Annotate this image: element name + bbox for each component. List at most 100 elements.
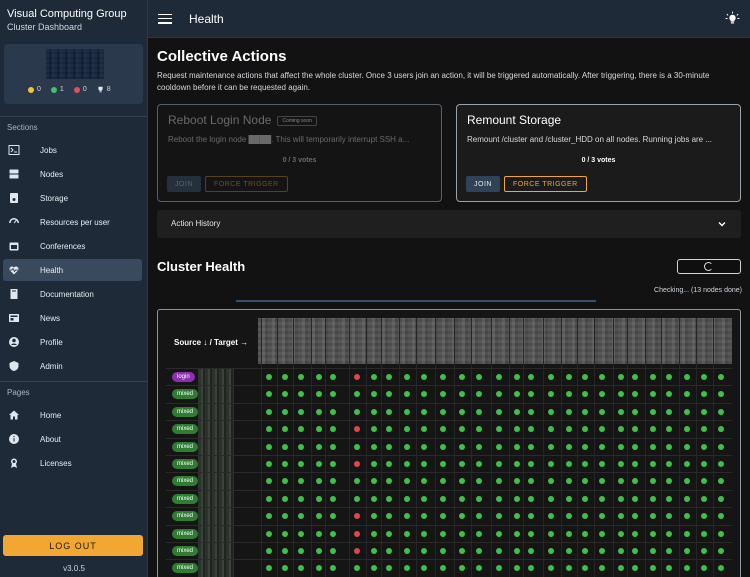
- connection-ok-dot[interactable]: [650, 426, 656, 433]
- connection-ok-dot[interactable]: [282, 530, 288, 537]
- connection-ok-dot[interactable]: [386, 426, 392, 433]
- connection-ok-dot[interactable]: [632, 408, 638, 415]
- connection-ok-dot[interactable]: [599, 565, 605, 572]
- nav-item-home[interactable]: Home: [3, 404, 142, 426]
- connection-ok-dot[interactable]: [650, 478, 656, 485]
- connection-ok-dot[interactable]: [316, 461, 322, 467]
- connection-ok-dot[interactable]: [666, 565, 672, 572]
- connection-ok-dot[interactable]: [476, 530, 482, 537]
- connection-ok-dot[interactable]: [582, 391, 588, 398]
- connection-ok-dot[interactable]: [632, 391, 638, 398]
- connection-ok-dot[interactable]: [266, 461, 272, 467]
- connection-ok-dot[interactable]: [298, 408, 304, 415]
- connection-ok-dot[interactable]: [298, 391, 304, 398]
- connection-ok-dot[interactable]: [618, 548, 624, 554]
- connection-ok-dot[interactable]: [566, 513, 572, 520]
- connection-ok-dot[interactable]: [421, 565, 427, 572]
- connection-ok-dot[interactable]: [618, 374, 624, 380]
- connection-ok-dot[interactable]: [528, 478, 534, 485]
- connection-ok-dot[interactable]: [476, 513, 482, 520]
- connection-ok-dot[interactable]: [421, 478, 427, 485]
- connection-ok-dot[interactable]: [330, 461, 336, 467]
- nav-item-storage[interactable]: Storage: [3, 187, 142, 209]
- connection-ok-dot[interactable]: [718, 548, 724, 554]
- connection-ok-dot[interactable]: [404, 478, 410, 485]
- connection-ok-dot[interactable]: [514, 426, 520, 433]
- connection-ok-dot[interactable]: [421, 426, 427, 433]
- connection-ok-dot[interactable]: [282, 548, 288, 554]
- connection-ok-dot[interactable]: [528, 391, 534, 398]
- connection-ok-dot[interactable]: [371, 408, 377, 415]
- connection-ok-dot[interactable]: [316, 426, 322, 433]
- connection-ok-dot[interactable]: [386, 565, 392, 572]
- connection-ok-dot[interactable]: [548, 548, 554, 554]
- connection-ok-dot[interactable]: [440, 565, 446, 572]
- connection-ok-dot[interactable]: [404, 391, 410, 398]
- connection-ok-dot[interactable]: [282, 408, 288, 415]
- connection-ok-dot[interactable]: [330, 391, 336, 398]
- connection-ok-dot[interactable]: [632, 565, 638, 572]
- connection-ok-dot[interactable]: [459, 426, 465, 433]
- connection-ok-dot[interactable]: [476, 391, 482, 398]
- connection-ok-dot[interactable]: [701, 530, 707, 537]
- connection-ok-dot[interactable]: [371, 478, 377, 485]
- nav-item-documentation[interactable]: Documentation: [3, 283, 142, 305]
- connection-ok-dot[interactable]: [514, 565, 520, 572]
- connection-ok-dot[interactable]: [582, 513, 588, 520]
- nav-item-nodes[interactable]: Nodes: [3, 163, 142, 185]
- connection-ok-dot[interactable]: [599, 408, 605, 415]
- connection-ok-dot[interactable]: [371, 443, 377, 450]
- connection-ok-dot[interactable]: [459, 548, 465, 554]
- nav-item-resources-per-user[interactable]: Resources per user: [3, 211, 142, 233]
- connection-ok-dot[interactable]: [582, 530, 588, 537]
- cluster-status-card[interactable]: 0 1 0 8: [4, 44, 143, 104]
- connection-ok-dot[interactable]: [666, 495, 672, 502]
- connection-ok-dot[interactable]: [266, 374, 272, 380]
- connection-ok-dot[interactable]: [618, 426, 624, 433]
- connection-ok-dot[interactable]: [548, 426, 554, 433]
- connection-ok-dot[interactable]: [354, 443, 360, 450]
- connection-ok-dot[interactable]: [618, 495, 624, 502]
- nav-item-jobs[interactable]: Jobs: [3, 139, 142, 161]
- connection-ok-dot[interactable]: [666, 461, 672, 467]
- connection-ok-dot[interactable]: [566, 461, 572, 467]
- connection-ok-dot[interactable]: [666, 408, 672, 415]
- connection-ok-dot[interactable]: [459, 495, 465, 502]
- connection-ok-dot[interactable]: [666, 478, 672, 485]
- connection-ok-dot[interactable]: [266, 565, 272, 572]
- connection-ok-dot[interactable]: [316, 478, 322, 485]
- connection-ok-dot[interactable]: [566, 548, 572, 554]
- connection-ok-dot[interactable]: [266, 391, 272, 398]
- connection-ok-dot[interactable]: [371, 513, 377, 520]
- connection-ok-dot[interactable]: [386, 478, 392, 485]
- connection-ok-dot[interactable]: [566, 374, 572, 380]
- connection-ok-dot[interactable]: [440, 495, 446, 502]
- connection-ok-dot[interactable]: [386, 408, 392, 415]
- connection-ok-dot[interactable]: [566, 530, 572, 537]
- connection-ok-dot[interactable]: [459, 461, 465, 467]
- connection-ok-dot[interactable]: [496, 426, 502, 433]
- connection-ok-dot[interactable]: [421, 408, 427, 415]
- connection-ok-dot[interactable]: [421, 513, 427, 520]
- connection-ok-dot[interactable]: [684, 530, 690, 537]
- connection-ok-dot[interactable]: [566, 391, 572, 398]
- connection-ok-dot[interactable]: [650, 443, 656, 450]
- nav-item-profile[interactable]: Profile: [3, 331, 142, 353]
- connection-ok-dot[interactable]: [371, 391, 377, 398]
- connection-ok-dot[interactable]: [371, 530, 377, 537]
- connection-ok-dot[interactable]: [476, 495, 482, 502]
- connection-ok-dot[interactable]: [684, 565, 690, 572]
- connection-ok-dot[interactable]: [476, 461, 482, 467]
- connection-ok-dot[interactable]: [701, 495, 707, 502]
- connection-ok-dot[interactable]: [266, 478, 272, 485]
- connection-ok-dot[interactable]: [632, 548, 638, 554]
- connection-ok-dot[interactable]: [282, 478, 288, 485]
- connection-ok-dot[interactable]: [440, 408, 446, 415]
- nav-item-admin[interactable]: Admin: [3, 355, 142, 377]
- connection-ok-dot[interactable]: [404, 461, 410, 467]
- connection-ok-dot[interactable]: [618, 478, 624, 485]
- connection-ok-dot[interactable]: [514, 443, 520, 450]
- connection-ok-dot[interactable]: [666, 374, 672, 380]
- connection-ok-dot[interactable]: [566, 408, 572, 415]
- connection-ok-dot[interactable]: [684, 513, 690, 520]
